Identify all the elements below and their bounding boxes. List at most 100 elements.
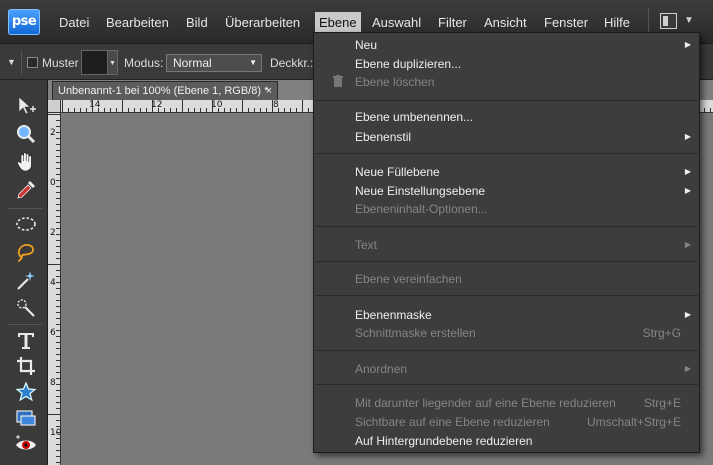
menu-hilfe[interactable]: Hilfe: [604, 14, 630, 31]
ruler-corner: [48, 100, 61, 113]
ruler-tick: [56, 330, 60, 331]
quick-selection-tool-icon[interactable]: [14, 296, 38, 320]
ruler-tick: [104, 108, 105, 112]
ruler-tick: [56, 444, 60, 445]
straighten-tool-icon[interactable]: [14, 406, 38, 430]
ruler-tick: [212, 100, 213, 112]
deckkraft-label: Deckkr.:: [270, 56, 314, 70]
menu-item-label: Mit darunter liegender auf eine Ebene re…: [355, 396, 616, 410]
menu-item-label: Anordnen: [355, 362, 408, 376]
menu-bearbeiten[interactable]: Bearbeiten: [106, 14, 169, 31]
hand-tool-icon[interactable]: [14, 150, 38, 174]
menu-item[interactable]: Ebenenstil ▶: [355, 128, 691, 146]
submenu-arrow-icon: ▶: [684, 186, 691, 195]
ruler-tick: [56, 282, 60, 283]
ruler-tick: [56, 276, 60, 277]
menu-item[interactable]: Neu ▶: [355, 36, 691, 54]
ruler-tick: [230, 108, 231, 112]
menu-item[interactable]: Neue Füllebene ▶: [355, 163, 691, 181]
menu-item-label: Ebenenstil: [355, 130, 412, 144]
lasso-tool-icon[interactable]: [14, 240, 38, 264]
menu-filter[interactable]: Filter: [438, 14, 467, 31]
toolbox-divider: [8, 324, 42, 325]
marquee-tool-icon[interactable]: [14, 212, 38, 236]
menu-item-label: Ebene umbenennen...: [355, 110, 474, 124]
ruler-tick: [272, 100, 273, 112]
ruler-tick: [56, 174, 60, 175]
menu-item[interactable]: Ebene duplizieren...: [355, 55, 685, 73]
menu-separator: [315, 100, 698, 101]
eyedropper-tool-icon[interactable]: [14, 178, 38, 202]
ruler-tick: [218, 108, 219, 112]
ruler-tick: [56, 138, 60, 139]
ruler-tick: [56, 456, 60, 457]
pattern-swatch[interactable]: [81, 50, 108, 75]
menu-item-label: Ebeneninhalt-Optionen...: [355, 202, 488, 216]
ruler-tick: [56, 318, 60, 319]
ruler-tick: [56, 228, 60, 229]
muster-checkbox[interactable]: [27, 57, 38, 68]
ruler-tick: [56, 372, 60, 373]
modus-value: Normal: [173, 56, 212, 70]
ruler-tick: [122, 100, 123, 112]
menu-fenster[interactable]: Fenster: [544, 14, 588, 31]
chevron-down-icon[interactable]: ▼: [684, 15, 694, 26]
tool-preset-dropdown-icon[interactable]: ▼: [7, 57, 16, 67]
modus-select[interactable]: Normal ▼: [166, 54, 262, 72]
zoom-tool-icon[interactable]: [14, 122, 38, 146]
menu-ansicht[interactable]: Ansicht: [484, 14, 527, 31]
ruler-tick: [56, 420, 60, 421]
ruler-tick: [152, 100, 153, 112]
submenu-arrow-icon: ▶: [684, 132, 691, 141]
menu-item: Text ▶: [355, 236, 691, 254]
ruler-tick: [224, 108, 225, 112]
menu-item: Ebeneninhalt-Optionen...: [355, 200, 685, 218]
menu-item[interactable]: Auf Hintergrundebene reduzieren: [355, 432, 685, 450]
ruler-tick: [710, 108, 711, 112]
ruler-tick: [194, 108, 195, 112]
menu-item-label: Neu: [355, 38, 378, 52]
ruler-tick: [56, 390, 60, 391]
ruler-tick: [56, 438, 60, 439]
ruler-tick: [48, 114, 60, 115]
menu-item[interactable]: Ebene umbenennen...: [355, 108, 685, 126]
workspace-layout-icon[interactable]: [660, 13, 677, 29]
menu-ueberarbeiten[interactable]: Überarbeiten: [225, 14, 300, 31]
menu-datei[interactable]: Datei: [59, 14, 89, 31]
menu-item-label: Auf Hintergrundebene reduzieren: [355, 434, 533, 448]
menu-ebene[interactable]: Ebene: [315, 12, 361, 33]
submenu-arrow-icon: ▶: [684, 240, 691, 249]
ruler-tick: [56, 294, 60, 295]
ruler-vertical[interactable]: 2 0 2 4 6 8 10: [48, 100, 61, 465]
app-logo: pse: [8, 9, 40, 35]
red-eye-tool-icon[interactable]: [14, 432, 38, 456]
magic-wand-tool-icon[interactable]: [14, 268, 38, 292]
pattern-dropdown-button[interactable]: ▼: [108, 50, 118, 75]
ruler-tick: [74, 108, 75, 112]
ruler-tick: [56, 360, 60, 361]
ruler-tick: [56, 162, 60, 163]
menu-item-label: Ebene löschen: [355, 75, 435, 89]
crop-tool-icon[interactable]: [14, 354, 38, 378]
cookie-cutter-tool-icon[interactable]: [14, 380, 38, 404]
submenu-arrow-icon: ▶: [684, 310, 691, 319]
menu-separator: [315, 350, 698, 351]
ruler-tick: [140, 108, 141, 112]
ruler-tick: [92, 100, 93, 112]
ruler-tick: [146, 108, 147, 112]
document-tab[interactable]: Unbenannt-1 bei 100% (Ebene 1, RGB/8) * …: [52, 81, 278, 100]
menu-item[interactable]: Ebenenmaske ▶: [355, 306, 691, 324]
ruler-tick: [266, 108, 267, 112]
menu-bild[interactable]: Bild: [186, 14, 208, 31]
menu-auswahl[interactable]: Auswahl: [372, 14, 421, 31]
type-tool-icon[interactable]: [14, 328, 38, 352]
trash-icon: [333, 75, 343, 87]
menu-item: Ebene vereinfachen: [355, 270, 685, 288]
menu-item[interactable]: Neue Einstellungsebene ▶: [355, 182, 691, 200]
move-tool-icon[interactable]: [14, 94, 38, 118]
toolbox: [0, 80, 48, 465]
close-icon[interactable]: ×: [266, 82, 272, 100]
ruler-tick: [158, 108, 159, 112]
menu-item-shortcut: Strg+E: [643, 396, 681, 410]
menu-item-label: Ebene duplizieren...: [355, 57, 462, 71]
